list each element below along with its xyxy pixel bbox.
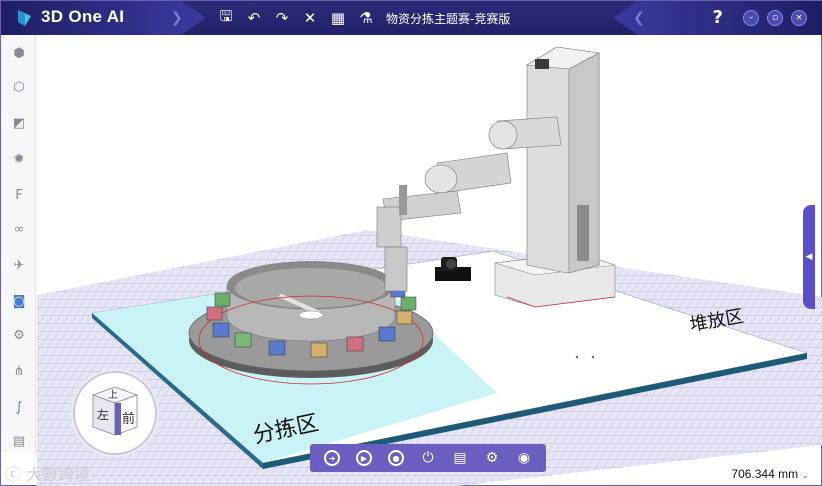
path-icon[interactable]: ∫ — [9, 397, 29, 417]
build-icon[interactable]: ◩ — [9, 113, 29, 133]
table-hub — [298, 310, 324, 320]
view-cube-front-label: 前 — [122, 411, 135, 427]
play-icon[interactable]: ▶ — [353, 447, 375, 469]
measurement-value: 706.344 mm — [731, 467, 799, 481]
robot-icon[interactable]: ⚗ — [356, 8, 376, 28]
view-cube-edge — [115, 403, 121, 435]
link-icon[interactable]: ∞ — [9, 219, 29, 239]
help-button[interactable]: ? — [713, 7, 723, 28]
settings-icon[interactable]: ⚙ — [9, 325, 29, 345]
node-icon[interactable]: ⋔ — [9, 361, 29, 381]
grid-icon[interactable]: ▦ — [328, 8, 348, 28]
undo-icon[interactable]: ↶ — [244, 8, 264, 28]
app-window: 3D One AI ❯ 🖫 ↶ ↷ ✕ ▦ ⚗ 物资分拣主题赛-竞赛版 ❮ ? … — [0, 0, 822, 486]
watermark: ⓒ 大數跨境 — [5, 461, 90, 485]
app-title: 3D One AI — [41, 7, 125, 26]
redo-icon[interactable]: ↷ — [272, 8, 292, 28]
right-panel-toggle[interactable]: ◀ — [803, 205, 815, 309]
app-logo-icon — [18, 10, 31, 26]
close-window-icon[interactable]: × — [791, 10, 807, 26]
motion-icon[interactable]: ✈ — [9, 255, 29, 275]
power-icon[interactable]: ⏻ — [417, 447, 439, 469]
close-icon[interactable]: ✕ — [300, 8, 320, 28]
document-icon[interactable]: ▤ — [449, 447, 471, 469]
settings-icon[interactable]: ⚙ — [481, 447, 503, 469]
minimize-icon[interactable]: – — [743, 10, 759, 26]
export-icon[interactable]: ▤ — [9, 431, 29, 451]
title-bar: 3D One AI ❯ 🖫 ↶ ↷ ✕ ▦ ⚗ 物资分拣主题赛-竞赛版 ❮ ? … — [1, 1, 822, 35]
quick-toolbar: 🖫 ↶ ↷ ✕ ▦ ⚗ 物资分拣主题赛-竞赛版 — [216, 7, 511, 29]
chevron-down-icon[interactable]: ⌄ — [801, 470, 809, 480]
f-icon[interactable]: F — [9, 185, 29, 205]
measurement-readout: 706.344 mm ⌄ — [731, 467, 809, 481]
view-cube-left-label: 左 — [97, 407, 109, 422]
hexagon-icon[interactable]: ⬡ — [9, 77, 29, 97]
cube-icon[interactable]: ⬢ — [9, 43, 29, 63]
restore-icon[interactable]: ▫ — [767, 10, 783, 26]
view-cube-top-label: 上 — [108, 389, 118, 401]
chevron-left-icon: ❮ — [633, 10, 645, 26]
save-icon[interactable]: 🖫 — [216, 7, 236, 28]
ring-inner — [235, 268, 387, 308]
chevron-right-icon: ❯ — [171, 10, 183, 26]
bottom-toolbar: ➜ ▶ ● ⏻ ▤ ⚙ ◉ — [310, 444, 546, 472]
visibility-icon[interactable]: ◉ — [513, 447, 535, 469]
document-title: 物资分拣主题赛-竞赛版 — [386, 11, 511, 26]
import-icon[interactable]: ➜ — [321, 447, 343, 469]
chevron-left-icon: ◀ — [805, 252, 813, 262]
view-cube[interactable]: 上 左 前 — [73, 371, 157, 455]
gear-icon[interactable]: ✹ — [9, 149, 29, 169]
target-icon[interactable]: ◙ — [9, 291, 29, 311]
watermark-text: 大數跨境 — [26, 465, 91, 484]
title-controls: ❮ ? – ▫ × — [613, 1, 822, 35]
left-toolbar: ⬢ ⬡ ◩ ✹ F ∞ ✈ ◙ ⚙ ⋔ ∫ ▤ — [2, 35, 36, 453]
logo-area: 3D One AI ❯ — [1, 1, 206, 35]
watermark-logo-icon: ⓒ — [5, 465, 22, 484]
stop-icon[interactable]: ● — [385, 447, 407, 469]
